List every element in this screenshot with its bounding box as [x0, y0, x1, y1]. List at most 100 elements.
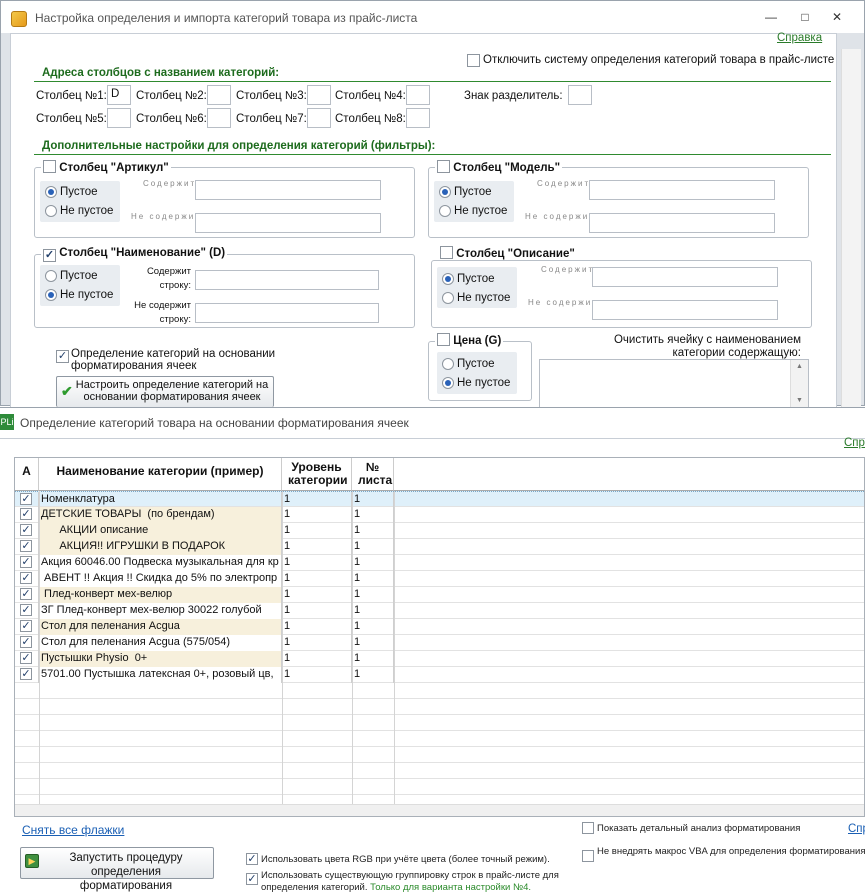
row-name-cell[interactable]: Стол для пеленания Acgua [39, 619, 282, 635]
row-name-cell[interactable]: Стол для пеленания Acgua (575/054) [39, 635, 282, 651]
table-row[interactable]: ✓ Акция 60046.00 Подвеска музыкальная для… [15, 555, 864, 571]
article-contains-input[interactable] [195, 180, 381, 200]
row-name-cell[interactable]: Номенклатура [39, 492, 282, 508]
description-contains-input[interactable] [592, 267, 778, 287]
table-row[interactable] [15, 763, 864, 779]
row-level-cell[interactable]: 1 [282, 507, 352, 523]
disable-system-checkbox[interactable] [467, 54, 480, 67]
name-contains-input[interactable] [195, 270, 379, 290]
table-row[interactable]: ✓ АКЦИИ описание 1 1 [15, 523, 864, 539]
row-name-cell[interactable]: АКЦИЯ!! ИГРУШКИ В ПОДАРОК [39, 539, 282, 555]
table-row[interactable] [15, 779, 864, 795]
row-level-cell[interactable]: 1 [282, 651, 352, 667]
description-not-contains-input[interactable] [592, 300, 778, 320]
column-8-input[interactable] [406, 108, 430, 128]
formatting-help-link[interactable]: Справка [844, 437, 865, 449]
model-checkbox[interactable] [437, 160, 450, 173]
table-row[interactable] [15, 699, 864, 715]
maximize-icon[interactable]: □ [795, 9, 815, 25]
row-level-cell[interactable]: 1 [282, 587, 352, 603]
row-sheet-cell[interactable]: 1 [352, 555, 394, 571]
row-level-cell[interactable]: 1 [282, 603, 352, 619]
row-checkbox[interactable]: ✓ [20, 540, 32, 552]
row-level-cell[interactable]: 1 [282, 635, 352, 651]
clear-cell-textarea[interactable]: ▲ ▼ [539, 359, 809, 408]
use-grouping-checkbox[interactable]: ✓ [246, 873, 258, 885]
row-sheet-cell[interactable]: 1 [352, 571, 394, 587]
column-3-input[interactable] [307, 85, 331, 105]
row-sheet-cell[interactable]: 1 [352, 635, 394, 651]
row-level-cell[interactable]: 1 [282, 667, 352, 683]
scroll-down-icon[interactable]: ▼ [796, 397, 803, 404]
name-not-empty-radio[interactable] [45, 289, 57, 301]
row-level-cell[interactable]: 1 [282, 539, 352, 555]
row-level-cell[interactable]: 1 [282, 619, 352, 635]
model-contains-input[interactable] [589, 180, 775, 200]
description-not-empty-radio[interactable] [442, 292, 454, 304]
row-name-cell[interactable]: ЗГ Плед-конверт мех-велюр 30022 голубой [39, 603, 282, 619]
no-vba-checkbox[interactable] [582, 850, 594, 862]
close-icon[interactable]: ✕ [827, 9, 847, 25]
row-sheet-cell[interactable]: 1 [352, 619, 394, 635]
column-6-input[interactable] [207, 108, 231, 128]
row-sheet-cell[interactable]: 1 [352, 587, 394, 603]
grid-horizontal-scrollbar[interactable] [15, 804, 864, 816]
table-row[interactable] [15, 683, 864, 699]
run-procedure-button[interactable]: ▶ Запустить процедуру определения формат… [20, 847, 214, 892]
table-row[interactable]: ✓ Стол для пеленания Acgua (575/054) 1 1 [15, 635, 864, 651]
help-link-bottom[interactable]: Спр [848, 823, 865, 835]
article-empty-radio[interactable] [45, 186, 57, 198]
row-level-cell[interactable]: 1 [282, 492, 352, 508]
article-not-contains-input[interactable] [195, 213, 381, 233]
column-2-input[interactable] [207, 85, 231, 105]
col-header-sheet[interactable]: № листа [352, 458, 394, 491]
name-checkbox[interactable]: ✓ [43, 249, 56, 262]
row-name-cell[interactable]: Плед-конверт мех-велюр [39, 587, 282, 603]
table-row[interactable]: ✓ Плед-конверт мех-велюр 1 1 [15, 587, 864, 603]
row-checkbox[interactable]: ✓ [20, 620, 32, 632]
table-row[interactable]: ✓ ДЕТСКИЕ ТОВАРЫ (по брендам) 1 1 [15, 507, 864, 523]
column-1-input[interactable]: D [107, 85, 131, 105]
column-4-input[interactable] [406, 85, 430, 105]
article-checkbox[interactable] [43, 160, 56, 173]
row-checkbox[interactable]: ✓ [20, 508, 32, 520]
row-name-cell[interactable]: АВЕНТ !! Акция !! Скидка до 5% по электр… [39, 571, 282, 587]
row-name-cell[interactable]: Пустышки Physio 0+ [39, 651, 282, 667]
row-name-cell[interactable]: Акция 60046.00 Подвеска музыкальная для … [39, 555, 282, 571]
description-empty-radio[interactable] [442, 273, 454, 285]
row-checkbox[interactable]: ✓ [20, 493, 32, 505]
row-sheet-cell[interactable]: 1 [352, 507, 394, 523]
column-5-input[interactable] [107, 108, 131, 128]
model-not-contains-input[interactable] [589, 213, 775, 233]
row-checkbox[interactable]: ✓ [20, 668, 32, 680]
minimize-icon[interactable]: — [761, 9, 781, 25]
table-row[interactable]: ✓ 5701.00 Пустышка латексная 0+, розовый … [15, 667, 864, 683]
table-row[interactable]: ✓ ЗГ Плед-конверт мех-велюр 30022 голубой… [15, 603, 864, 619]
row-name-cell[interactable]: 5701.00 Пустышка латексная 0+, розовый ц… [39, 667, 282, 683]
row-checkbox[interactable]: ✓ [20, 604, 32, 616]
row-checkbox[interactable]: ✓ [20, 572, 32, 584]
table-row[interactable]: ✓ АВЕНТ !! Акция !! Скидка до 5% по элек… [15, 571, 864, 587]
price-checkbox[interactable] [437, 333, 450, 346]
table-row[interactable]: ✓ АКЦИЯ!! ИГРУШКИ В ПОДАРОК 1 1 [15, 539, 864, 555]
row-level-cell[interactable]: 1 [282, 555, 352, 571]
row-name-cell[interactable]: ДЕТСКИЕ ТОВАРЫ (по брендам) [39, 507, 282, 523]
table-row[interactable] [15, 715, 864, 731]
name-empty-radio[interactable] [45, 270, 57, 282]
formatting-checkbox[interactable]: ✓ [56, 350, 69, 363]
table-row[interactable]: ✓ Стол для пеленания Acgua 1 1 [15, 619, 864, 635]
model-empty-radio[interactable] [439, 186, 451, 198]
col-header-name[interactable]: Наименование категории (пример) [39, 458, 282, 491]
row-level-cell[interactable]: 1 [282, 571, 352, 587]
name-not-contains-input[interactable] [195, 303, 379, 323]
row-sheet-cell[interactable]: 1 [352, 539, 394, 555]
column-7-input[interactable] [307, 108, 331, 128]
row-checkbox[interactable]: ✓ [20, 524, 32, 536]
row-checkbox[interactable]: ✓ [20, 588, 32, 600]
row-checkbox[interactable]: ✓ [20, 652, 32, 664]
row-checkbox[interactable]: ✓ [20, 636, 32, 648]
show-analysis-checkbox[interactable] [582, 822, 594, 834]
table-row[interactable]: ✓ Пустышки Physio 0+ 1 1 [15, 651, 864, 667]
clear-all-flags-link[interactable]: Снять все флажки [22, 823, 124, 837]
description-checkbox[interactable] [440, 246, 453, 259]
